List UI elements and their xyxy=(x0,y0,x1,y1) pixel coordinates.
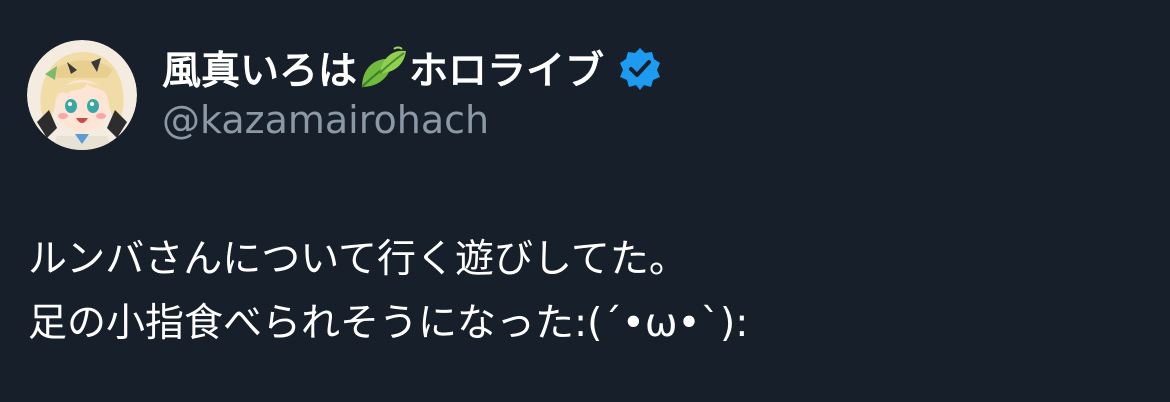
author-display-name[interactable]: 風真いろは xyxy=(162,40,357,96)
verified-badge-icon[interactable] xyxy=(618,46,662,90)
tweet-text-line: ルンバさんについて行く遊びしてた。 xyxy=(28,237,688,282)
tweet-card: 風真いろは ホロライブ @kazamairohach ルンバさんについて行く遊び… xyxy=(0,0,1170,402)
tweet-text: ルンバさんについて行く遊びしてた。 足の小指食べられそうになった:(´•ω•`)… xyxy=(28,228,748,356)
author-handle[interactable]: @kazamairohach xyxy=(162,98,489,142)
author-name-suffix[interactable]: ホロライブ xyxy=(409,40,604,96)
author-name-row[interactable]: 風真いろは ホロライブ xyxy=(162,40,662,96)
avatar[interactable] xyxy=(27,40,137,150)
tweet-text-line: 足の小指食べられそうになった:(´•ω•`): xyxy=(28,301,749,346)
anime-avatar-icon xyxy=(27,40,137,150)
leaf-emoji-icon xyxy=(361,46,407,88)
